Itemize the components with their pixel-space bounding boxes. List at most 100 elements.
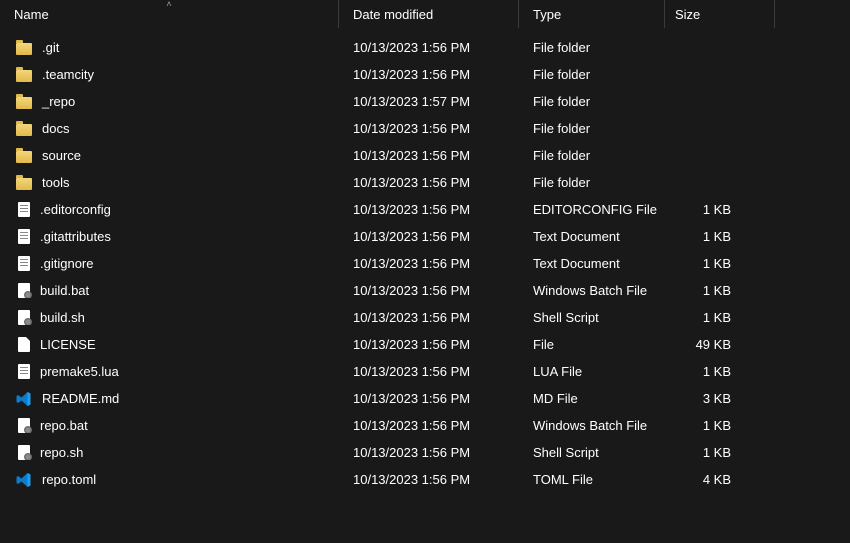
folder-row[interactable]: source10/13/2023 1:56 PMFile folder bbox=[0, 142, 850, 169]
file-name-label: .editorconfig bbox=[40, 202, 111, 217]
file-type-cell: File folder bbox=[519, 148, 665, 163]
file-date-cell: 10/13/2023 1:56 PM bbox=[339, 472, 519, 487]
file-type-cell: TOML File bbox=[519, 472, 665, 487]
file-date-cell: 10/13/2023 1:56 PM bbox=[339, 202, 519, 217]
file-row[interactable]: repo.toml 10/13/2023 1:56 PMTOML File4 KB bbox=[0, 466, 850, 493]
file-type-cell: Windows Batch File bbox=[519, 283, 665, 298]
file-size-cell: 1 KB bbox=[665, 229, 775, 244]
file-date-cell: 10/13/2023 1:56 PM bbox=[339, 67, 519, 82]
file-date-cell: 10/13/2023 1:56 PM bbox=[339, 40, 519, 55]
file-name-label: repo.bat bbox=[40, 418, 88, 433]
text-file-icon bbox=[18, 256, 30, 271]
file-size-cell: 1 KB bbox=[665, 445, 775, 460]
file-name-cell: README.md bbox=[0, 391, 339, 407]
file-type-cell: EDITORCONFIG File bbox=[519, 202, 665, 217]
text-file-icon bbox=[18, 202, 30, 217]
file-name-label: LICENSE bbox=[40, 337, 96, 352]
file-name-label: README.md bbox=[42, 391, 119, 406]
file-type-cell: File folder bbox=[519, 40, 665, 55]
folder-icon bbox=[16, 178, 32, 190]
file-date-cell: 10/13/2023 1:56 PM bbox=[339, 391, 519, 406]
text-file-icon bbox=[18, 364, 30, 379]
file-type-cell: LUA File bbox=[519, 364, 665, 379]
file-name-label: .git bbox=[42, 40, 59, 55]
file-size-cell: 1 KB bbox=[665, 202, 775, 217]
file-type-cell: File folder bbox=[519, 175, 665, 190]
file-date-cell: 10/13/2023 1:56 PM bbox=[339, 175, 519, 190]
file-name-label: repo.toml bbox=[42, 472, 96, 487]
file-name-label: .teamcity bbox=[42, 67, 94, 82]
file-name-cell: build.bat bbox=[0, 283, 339, 298]
file-date-cell: 10/13/2023 1:56 PM bbox=[339, 445, 519, 460]
file-date-cell: 10/13/2023 1:56 PM bbox=[339, 256, 519, 271]
file-row[interactable]: README.md 10/13/2023 1:56 PMMD File3 KB bbox=[0, 385, 850, 412]
column-header-size-label: Size bbox=[675, 7, 700, 22]
file-type-cell: Text Document bbox=[519, 256, 665, 271]
file-row[interactable]: .editorconfig 10/13/2023 1:56 PMEDITORCON… bbox=[0, 196, 850, 223]
file-icon bbox=[18, 337, 30, 352]
file-row[interactable]: repo.bat 10/13/2023 1:56 PMWindows Batch … bbox=[0, 412, 850, 439]
file-date-cell: 10/13/2023 1:56 PM bbox=[339, 337, 519, 352]
folder-row[interactable]: .teamcity 10/13/2023 1:56 PMFile folder bbox=[0, 61, 850, 88]
column-header-name[interactable]: Name ˄ bbox=[0, 0, 339, 28]
file-name-cell: premake5.lua bbox=[0, 364, 339, 379]
file-name-label: .gitattributes bbox=[40, 229, 111, 244]
file-type-cell: File folder bbox=[519, 94, 665, 109]
column-header-type-label: Type bbox=[533, 7, 561, 22]
file-date-cell: 10/13/2023 1:56 PM bbox=[339, 418, 519, 433]
file-name-cell: tools bbox=[0, 175, 339, 190]
file-size-cell: 49 KB bbox=[665, 337, 775, 352]
file-row[interactable]: LICENSE 10/13/2023 1:56 PMFile49 KB bbox=[0, 331, 850, 358]
script-file-icon bbox=[18, 445, 30, 460]
file-name-label: build.bat bbox=[40, 283, 89, 298]
folder-icon bbox=[16, 97, 32, 109]
file-name-label: docs bbox=[42, 121, 69, 136]
file-size-cell: 4 KB bbox=[665, 472, 775, 487]
file-size-cell: 1 KB bbox=[665, 256, 775, 271]
file-name-cell: repo.toml bbox=[0, 472, 339, 488]
file-name-label: source bbox=[42, 148, 81, 163]
file-row[interactable]: .gitignore 10/13/2023 1:56 PMText Documen… bbox=[0, 250, 850, 277]
file-name-cell: .git bbox=[0, 40, 339, 55]
file-name-label: premake5.lua bbox=[40, 364, 119, 379]
file-name-cell: _repo bbox=[0, 94, 339, 109]
text-file-icon bbox=[18, 229, 30, 244]
column-header-size[interactable]: Size bbox=[665, 0, 775, 28]
file-name-cell: .gitignore bbox=[0, 256, 339, 271]
file-row[interactable]: build.sh10/13/2023 1:56 PMShell Script1 … bbox=[0, 304, 850, 331]
script-file-icon bbox=[18, 310, 30, 325]
folder-row[interactable]: .git 10/13/2023 1:56 PMFile folder bbox=[0, 34, 850, 61]
file-row[interactable]: premake5.lua10/13/2023 1:56 PMLUA File1 … bbox=[0, 358, 850, 385]
file-type-cell: Shell Script bbox=[519, 310, 665, 325]
file-name-label: .gitignore bbox=[40, 256, 93, 271]
file-name-cell: docs bbox=[0, 121, 339, 136]
file-size-cell: 3 KB bbox=[665, 391, 775, 406]
column-header-date-label: Date modified bbox=[353, 7, 433, 22]
column-header-date[interactable]: Date modified bbox=[339, 0, 519, 28]
file-date-cell: 10/13/2023 1:56 PM bbox=[339, 121, 519, 136]
file-row[interactable]: repo.sh 10/13/2023 1:56 PMShell Script1 K… bbox=[0, 439, 850, 466]
file-row[interactable]: .gitattributes10/13/2023 1:56 PMText Doc… bbox=[0, 223, 850, 250]
file-name-cell: .teamcity bbox=[0, 67, 339, 82]
file-row[interactable]: build.bat 10/13/2023 1:56 PMWindows Batch… bbox=[0, 277, 850, 304]
file-name-cell: source bbox=[0, 148, 339, 163]
file-date-cell: 10/13/2023 1:56 PM bbox=[339, 283, 519, 298]
file-type-cell: Windows Batch File bbox=[519, 418, 665, 433]
column-header-type[interactable]: Type bbox=[519, 0, 665, 28]
file-type-cell: File bbox=[519, 337, 665, 352]
file-size-cell: 1 KB bbox=[665, 283, 775, 298]
file-type-cell: File folder bbox=[519, 67, 665, 82]
folder-row[interactable]: _repo10/13/2023 1:57 PMFile folder bbox=[0, 88, 850, 115]
file-size-cell: 1 KB bbox=[665, 310, 775, 325]
file-name-label: repo.sh bbox=[40, 445, 83, 460]
file-date-cell: 10/13/2023 1:56 PM bbox=[339, 310, 519, 325]
file-name-cell: .editorconfig bbox=[0, 202, 339, 217]
vscode-file-icon bbox=[16, 391, 32, 407]
folder-row[interactable]: tools 10/13/2023 1:56 PMFile folder bbox=[0, 169, 850, 196]
sort-ascending-icon: ˄ bbox=[166, 0, 171, 8]
file-type-cell: MD File bbox=[519, 391, 665, 406]
file-name-label: tools bbox=[42, 175, 69, 190]
file-type-cell: Shell Script bbox=[519, 445, 665, 460]
folder-icon bbox=[16, 70, 32, 82]
folder-row[interactable]: docs10/13/2023 1:56 PMFile folder bbox=[0, 115, 850, 142]
